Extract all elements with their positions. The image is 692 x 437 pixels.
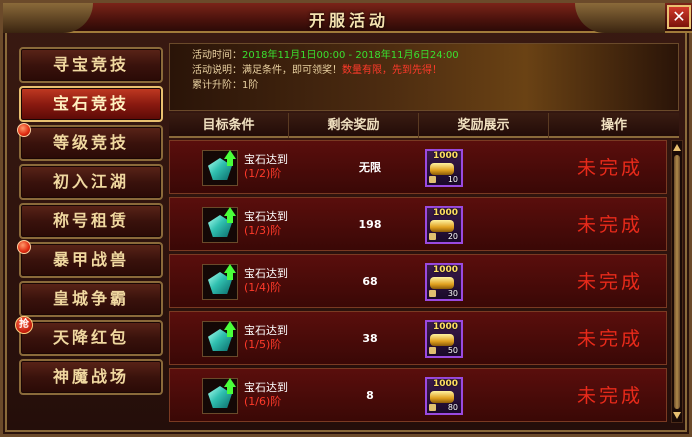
remaining-count: 68 <box>362 275 378 288</box>
grab-badge-icon: 抢 <box>15 316 33 334</box>
lock-icon <box>429 176 436 183</box>
gem-upgrade-icon <box>202 321 238 357</box>
lock-icon <box>429 290 436 297</box>
scroll-down-icon[interactable] <box>673 412 681 419</box>
gem-upgrade-icon <box>202 207 238 243</box>
condition-text: 宝石达到 (1/4)阶 <box>244 267 288 294</box>
status-incomplete: 未完成 <box>576 214 643 236</box>
activity-info-banner: 活动时间：2018年11月1日00:00 - 2018年11月6日24:00 活… <box>169 43 679 111</box>
status-incomplete: 未完成 <box>576 157 643 179</box>
gem-upgrade-icon <box>202 264 238 300</box>
sidebar-item-title-rental[interactable]: 称号租赁 <box>19 203 163 239</box>
status-incomplete: 未完成 <box>576 271 643 293</box>
sidebar-item-battlefield[interactable]: 神魔战场 <box>19 359 163 395</box>
gem-upgrade-icon <box>202 378 238 414</box>
column-header-reward: 奖励展示 <box>419 113 549 138</box>
condition-text: 宝石达到 (1/3)阶 <box>244 210 288 237</box>
status-incomplete: 未完成 <box>576 385 643 407</box>
close-button[interactable]: ✕ <box>667 5 691 29</box>
title-bar: 开服活动 ✕ <box>3 3 692 33</box>
sidebar-item-level[interactable]: 等级竞技 <box>17 123 163 161</box>
reward-table-header: 目标条件 剩余奖励 奖励展示 操作 <box>169 113 679 138</box>
reward-gold-ingot-icon[interactable]: 1000 80 <box>425 377 463 415</box>
reward-gold-ingot-icon[interactable]: 1000 30 <box>425 263 463 301</box>
sidebar-item-city-war[interactable]: 皇城争霸 <box>19 281 163 317</box>
table-row: 宝石达到 (1/2)阶 无限 1000 10 未完成 <box>169 140 667 194</box>
table-row: 宝石达到 (1/3)阶 198 1000 20 未完成 <box>169 197 667 251</box>
notification-dot-icon <box>17 240 31 254</box>
reward-gold-ingot-icon[interactable]: 1000 20 <box>425 206 463 244</box>
reward-gold-ingot-icon[interactable]: 1000 10 <box>425 149 463 187</box>
table-row: 宝石达到 (1/4)阶 68 1000 30 未完成 <box>169 254 667 308</box>
game-window: 开服活动 ✕ 寻宝竞技 宝石竞技 等级竞技 初入江湖 称号租赁 暴甲战兽 皇城争… <box>0 0 692 437</box>
condition-text: 宝石达到 (1/6)阶 <box>244 381 288 408</box>
lock-icon <box>429 404 436 411</box>
activity-description: 活动说明：满足条件，即可领奖！数量有限，先到先得！ <box>192 65 442 76</box>
scroll-up-icon[interactable] <box>673 144 681 151</box>
remaining-count: 198 <box>358 218 382 231</box>
scroll-thumb[interactable] <box>674 155 680 409</box>
sidebar-item-treasure[interactable]: 寻宝竞技 <box>19 47 163 83</box>
remaining-count: 8 <box>366 389 374 402</box>
sidebar-item-newcomer[interactable]: 初入江湖 <box>19 164 163 200</box>
column-header-remaining: 剩余奖励 <box>289 113 419 138</box>
reward-gold-ingot-icon[interactable]: 1000 50 <box>425 320 463 358</box>
condition-text: 宝石达到 (1/2)阶 <box>244 153 288 180</box>
column-header-action: 操作 <box>600 118 627 133</box>
lock-icon <box>429 347 436 354</box>
lock-icon <box>429 233 436 240</box>
activity-sidebar: 寻宝竞技 宝石竞技 等级竞技 初入江湖 称号租赁 暴甲战兽 皇城争霸 抢天降红包… <box>15 43 165 395</box>
sidebar-item-armor-beast[interactable]: 暴甲战兽 <box>17 240 163 278</box>
sidebar-item-gem[interactable]: 宝石竞技 <box>19 86 163 122</box>
window-title: 开服活动 <box>308 11 389 30</box>
status-incomplete: 未完成 <box>576 328 643 350</box>
sidebar-item-red-packet[interactable]: 抢天降红包 <box>15 316 163 356</box>
column-header-condition: 目标条件 <box>169 113 289 138</box>
table-row: 宝石达到 (1/6)阶 8 1000 80 未完成 <box>169 368 667 422</box>
notification-dot-icon <box>17 123 31 137</box>
condition-text: 宝石达到 (1/5)阶 <box>244 324 288 351</box>
scrollbar[interactable] <box>671 140 683 423</box>
gem-upgrade-icon <box>202 150 238 186</box>
remaining-count: 38 <box>362 332 378 345</box>
activity-time: 活动时间：2018年11月1日00:00 - 2018年11月6日24:00 <box>192 50 459 61</box>
reward-table-body: 宝石达到 (1/2)阶 无限 1000 10 未完成 宝石达到 (1/3)阶 198 … <box>169 140 667 423</box>
remaining-count: 无限 <box>359 161 381 174</box>
table-row: 宝石达到 (1/5)阶 38 1000 50 未完成 <box>169 311 667 365</box>
activity-progress: 累计升阶：1阶 <box>192 80 259 91</box>
